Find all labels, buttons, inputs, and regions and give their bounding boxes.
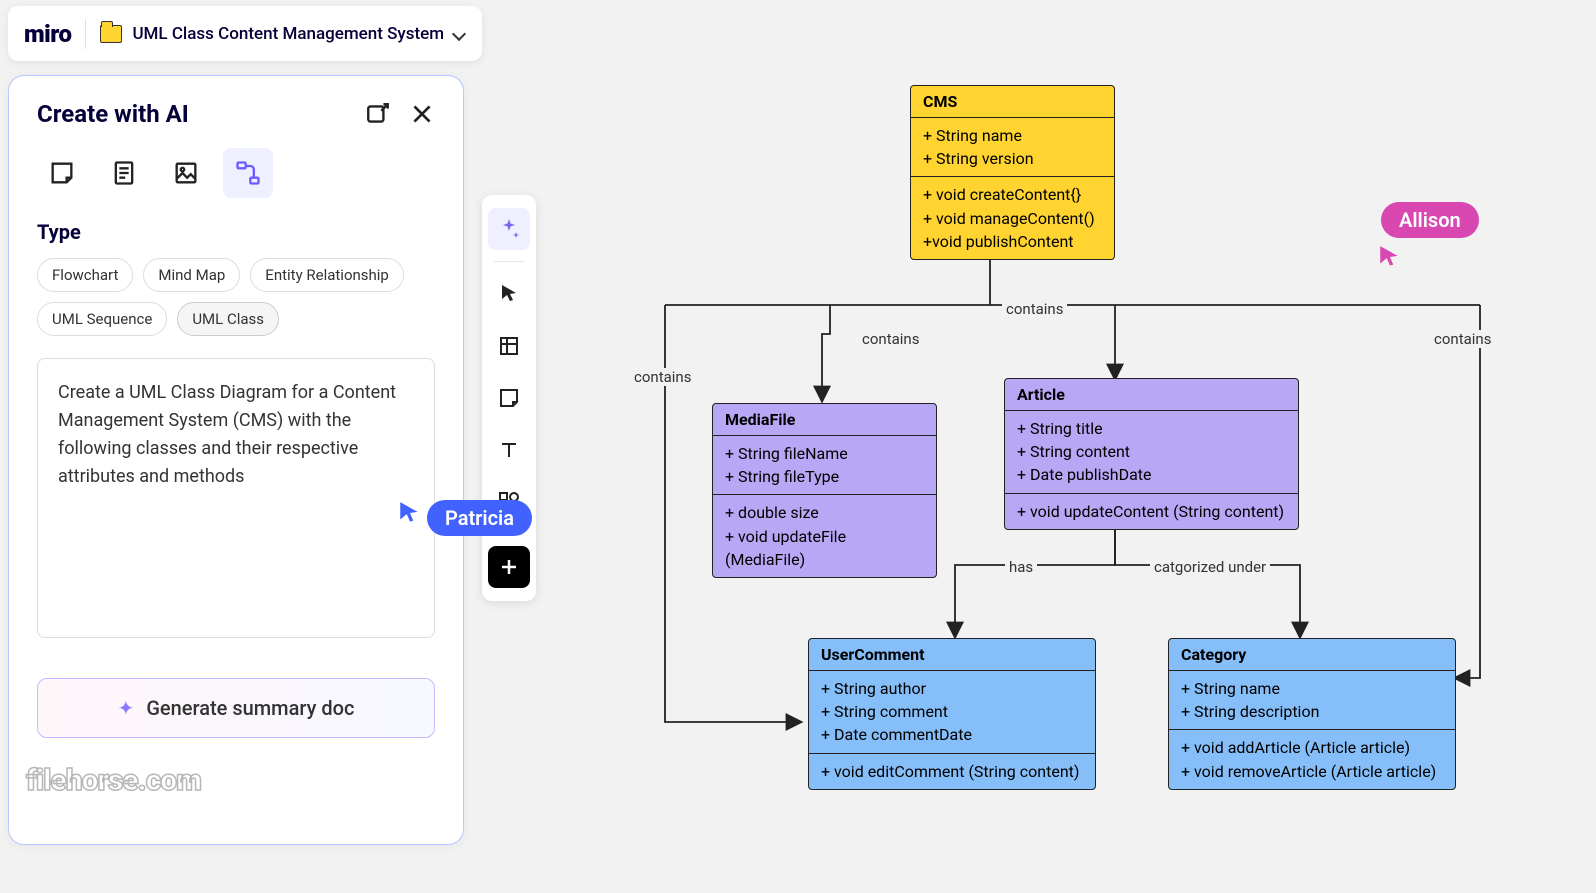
cursor-allison: Allison (1377, 202, 1479, 270)
uml-methods: + double size + void updateFile (MediaFi… (713, 495, 936, 577)
uml-attributes: + String name + String description (1169, 671, 1455, 730)
uml-title: Article (1005, 379, 1298, 411)
uml-methods: + void editComment (String content) (809, 754, 1095, 789)
edge-label: contains (1002, 300, 1067, 318)
uml-title: UserComment (809, 639, 1095, 671)
uml-methods: + void addArticle (Article article) + vo… (1169, 730, 1455, 788)
cursor-patricia: Patricia (397, 500, 532, 536)
edge-label: has (1005, 558, 1037, 576)
watermark: filehorse.com (26, 763, 201, 798)
uml-class-mediafile[interactable]: MediaFile + String fileName + String fil… (712, 403, 937, 578)
cursor-icon (397, 500, 423, 526)
edge-label: contains (1430, 330, 1495, 348)
uml-attributes: + String author + String comment + Date … (809, 671, 1095, 754)
uml-class-cms[interactable]: CMS + String name + String version + voi… (910, 85, 1115, 260)
cursor-icon (1377, 244, 1403, 270)
uml-class-article[interactable]: Article + String title + String content … (1004, 378, 1299, 530)
cursor-label: Allison (1381, 202, 1479, 238)
edge-label: contains (630, 368, 695, 386)
uml-methods: + void createContent{} + void manageCont… (911, 177, 1114, 259)
uml-class-category[interactable]: Category + String name + String descript… (1168, 638, 1456, 790)
uml-title: Category (1169, 639, 1455, 671)
uml-attributes: + String fileName + String fileType (713, 436, 936, 495)
edge-label: contains (858, 330, 923, 348)
cursor-label: Patricia (427, 500, 532, 536)
uml-title: CMS (911, 86, 1114, 118)
canvas[interactable]: contains contains contains contains has … (0, 0, 1596, 893)
edge-label: catgorized under (1150, 558, 1270, 576)
uml-class-usercomment[interactable]: UserComment + String author + String com… (808, 638, 1096, 790)
uml-methods: + void updateContent (String content) (1005, 494, 1298, 529)
uml-title: MediaFile (713, 404, 936, 436)
uml-attributes: + String name + String version (911, 118, 1114, 177)
uml-attributes: + String title + String content + Date p… (1005, 411, 1298, 494)
